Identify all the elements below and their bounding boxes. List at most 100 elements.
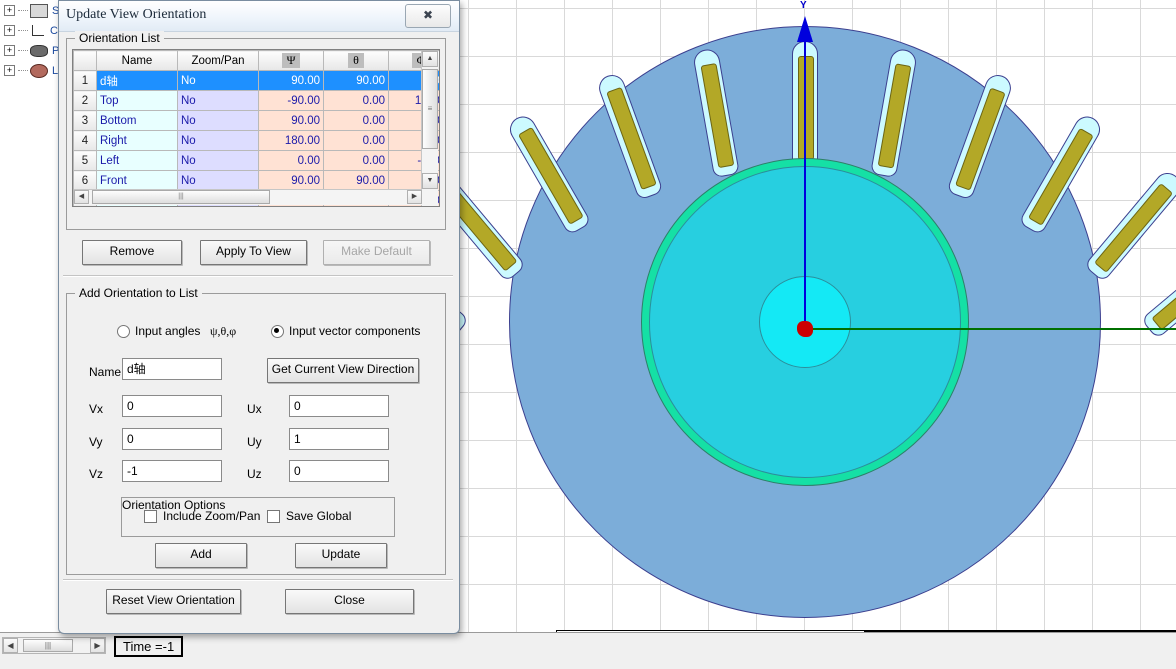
close-button[interactable]: Close <box>285 589 414 614</box>
table-row[interactable]: 1d轴No90.0090.000.00 <box>73 70 439 91</box>
table-column-header[interactable]: Name <box>96 50 178 71</box>
add-button[interactable]: Add <box>155 543 247 568</box>
ux-input[interactable]: 0 <box>289 395 389 417</box>
table-cell[interactable]: 0.00 <box>323 150 389 171</box>
orientation-table[interactable]: NameZoom/PanΨθΦ 1d轴No90.0090.000.002TopN… <box>73 50 439 206</box>
save-global-label: Save Global <box>286 509 352 523</box>
table-row[interactable]: 5LeftNo0.000.00-90.00 <box>73 150 439 171</box>
expand-icon[interactable]: + <box>4 5 15 17</box>
uz-input[interactable]: 0 <box>289 460 389 482</box>
table-cell[interactable]: 1 <box>73 70 97 91</box>
time-indicator: Time =-1 <box>114 636 184 657</box>
table-cell[interactable]: 4 <box>73 130 97 151</box>
radio-input-angles[interactable]: Input angles <box>117 324 201 339</box>
get-current-view-direction-button[interactable]: Get Current View Direction <box>267 358 419 383</box>
table-cell[interactable]: d轴 <box>96 70 178 91</box>
divider-bottom <box>63 579 453 581</box>
table-cell[interactable]: 0.00 <box>323 130 389 151</box>
uy-input[interactable]: 1 <box>289 428 389 450</box>
table-cell[interactable]: No <box>177 130 259 151</box>
table-cell[interactable]: Left <box>96 150 178 171</box>
save-global-checkbox[interactable]: Save Global <box>267 509 352 524</box>
table-cell[interactable]: 5 <box>73 150 97 171</box>
table-row[interactable]: 4RightNo180.000.0090.00 <box>73 130 439 151</box>
vx-input[interactable]: 0 <box>122 395 222 417</box>
table-cell[interactable]: No <box>177 110 259 131</box>
angle-symbol: θ <box>348 53 364 68</box>
table-cell[interactable]: No <box>177 70 259 91</box>
table-cell[interactable]: No <box>177 90 259 111</box>
table-cell[interactable]: 90.00 <box>258 170 324 191</box>
vertical-scrollbar-thumb[interactable]: ≡ <box>422 69 438 149</box>
table-cell[interactable]: No <box>177 150 259 171</box>
include-zoom-pan-checkbox[interactable]: Include Zoom/Pan <box>144 509 260 524</box>
vz-input[interactable]: -1 <box>122 460 222 482</box>
dialog-title: Update View Orientation <box>66 7 207 22</box>
expand-icon[interactable]: + <box>4 45 15 57</box>
lists-icon <box>30 63 48 78</box>
table-cell[interactable]: 6 <box>73 170 97 191</box>
scroll-down-arrow-icon[interactable]: ▼ <box>422 173 438 189</box>
table-column-header[interactable]: θ <box>323 50 389 71</box>
viewport-horizontal-scrollbar[interactable]: ◀ ||| ▶ <box>2 637 106 654</box>
table-row[interactable]: 2TopNo-90.000.00180.00 <box>73 90 439 111</box>
name-field-label: Name <box>89 365 122 379</box>
table-cell[interactable]: 2 <box>73 90 97 111</box>
table-row[interactable]: 6FrontNo90.0090.000.00 <box>73 170 439 191</box>
table-cell[interactable]: 90.00 <box>323 70 389 91</box>
radio-icon-angles[interactable] <box>117 325 130 339</box>
scroll-left-arrow-icon[interactable]: ◀ <box>3 638 18 653</box>
radio-input-vector-components[interactable]: Input vector components <box>271 324 420 339</box>
dialog-titlebar[interactable]: Update View Orientation ✖ <box>59 1 459 32</box>
table-cell[interactable]: 0.00 <box>323 90 389 111</box>
table-row[interactable]: 3BottomNo90.000.000.00 <box>73 110 439 131</box>
apply-to-view-button[interactable]: Apply To View <box>200 240 307 265</box>
table-cell[interactable]: Bottom <box>96 110 178 131</box>
table-cell[interactable]: 3 <box>73 110 97 131</box>
radio-label-angles: Input angles <box>135 324 201 338</box>
table-body[interactable]: 1d轴No90.0090.000.002TopNo-90.000.00180.0… <box>73 70 439 206</box>
scrollbar-thumb[interactable]: ||| <box>23 639 73 652</box>
table-cell[interactable]: Front <box>96 170 178 191</box>
table-cell[interactable]: No <box>177 170 259 191</box>
table-column-header[interactable]: Zoom/Pan <box>177 50 259 71</box>
table-cell[interactable]: 90.00 <box>258 110 324 131</box>
make-default-button: Make Default <box>323 240 430 265</box>
table-cell[interactable]: Right <box>96 130 178 151</box>
radio-icon-vector[interactable] <box>271 325 284 339</box>
table-scroll-right-arrow-icon[interactable]: ▶ <box>407 190 422 204</box>
table-column-header[interactable] <box>73 50 97 71</box>
table-column-header[interactable]: Ψ <box>258 50 324 71</box>
axis-y-line <box>804 30 806 330</box>
close-icon[interactable]: ✖ <box>405 4 451 28</box>
table-cell[interactable]: -90.00 <box>258 90 324 111</box>
orientation-table-container[interactable]: NameZoom/PanΨθΦ 1d轴No90.0090.000.002TopN… <box>72 49 440 207</box>
table-cell[interactable]: 180.00 <box>258 130 324 151</box>
axis-y-label: Y <box>800 0 807 11</box>
table-cell[interactable]: 90.00 <box>323 170 389 191</box>
table-cell[interactable]: Top <box>96 90 178 111</box>
update-view-orientation-dialog[interactable]: Update View Orientation ✖ Orientation Li… <box>58 0 460 634</box>
checkbox-icon-zoom-pan[interactable] <box>144 510 157 524</box>
vy-input[interactable]: 0 <box>122 428 222 450</box>
expand-icon[interactable]: + <box>4 25 15 37</box>
orientation-options-group: Orientation Options Include Zoom/Pan Sav… <box>121 497 395 537</box>
table-vertical-scrollbar[interactable]: ▲ ≡ ▼ <box>421 51 438 206</box>
table-scroll-left-arrow-icon[interactable]: ◀ <box>74 190 89 204</box>
table-cell[interactable]: 90.00 <box>258 70 324 91</box>
update-button[interactable]: Update <box>295 543 387 568</box>
expand-icon[interactable]: + <box>4 65 15 77</box>
table-cell[interactable]: 0.00 <box>258 150 324 171</box>
reset-view-orientation-button[interactable]: Reset View Orientation <box>106 589 241 614</box>
table-horizontal-scrollbar-thumb[interactable]: ||| <box>92 190 270 204</box>
add-orientation-group-label: Add Orientation to List <box>75 286 202 300</box>
table-cell[interactable]: 0.00 <box>323 110 389 131</box>
scroll-up-arrow-icon[interactable]: ▲ <box>422 51 438 67</box>
remove-button[interactable]: Remove <box>82 240 182 265</box>
slot-winding <box>798 56 814 160</box>
name-input[interactable]: d轴 <box>122 358 222 380</box>
scroll-right-arrow-icon[interactable]: ▶ <box>90 638 105 653</box>
divider-top <box>63 275 453 277</box>
table-horizontal-scrollbar[interactable]: ◀ ||| ▶ <box>74 189 422 205</box>
checkbox-icon-save-global[interactable] <box>267 510 280 524</box>
